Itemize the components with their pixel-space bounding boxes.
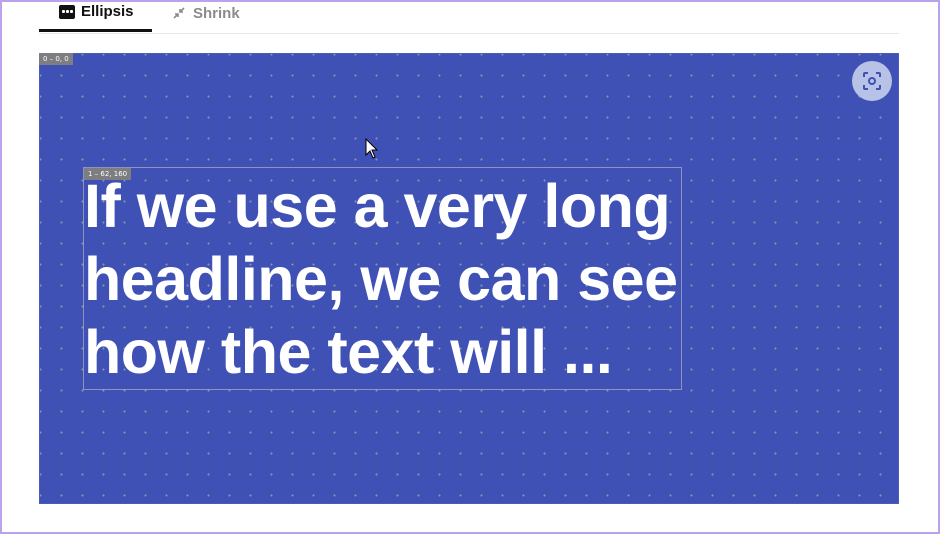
ellipsis-icon: [59, 4, 75, 19]
tab-bar: Ellipsis Shrink: [39, 2, 899, 34]
shrink-icon: [173, 7, 185, 19]
center-focus-button[interactable]: [852, 61, 892, 101]
text-position-badge: 1 – 62, 160: [84, 168, 132, 180]
preview-canvas[interactable]: 0 – 0, 0 If we use a very long headline,…: [39, 53, 899, 504]
mouse-cursor-icon: [365, 138, 379, 159]
center-focus-icon: [863, 72, 881, 90]
headline-text-box[interactable]: If we use a very long headline, we can s…: [83, 167, 682, 390]
headline-text: If we use a very long headline, we can s…: [84, 172, 678, 386]
tab-ellipsis[interactable]: Ellipsis: [39, 0, 152, 32]
tab-ellipsis-label: Ellipsis: [81, 3, 134, 20]
tab-shrink[interactable]: Shrink: [171, 0, 240, 32]
root-position-badge: 0 – 0, 0: [39, 53, 73, 65]
app-frame: Ellipsis Shrink 0 – 0, 0 If we use a ver…: [0, 0, 940, 534]
tab-shrink-label: Shrink: [193, 4, 240, 22]
